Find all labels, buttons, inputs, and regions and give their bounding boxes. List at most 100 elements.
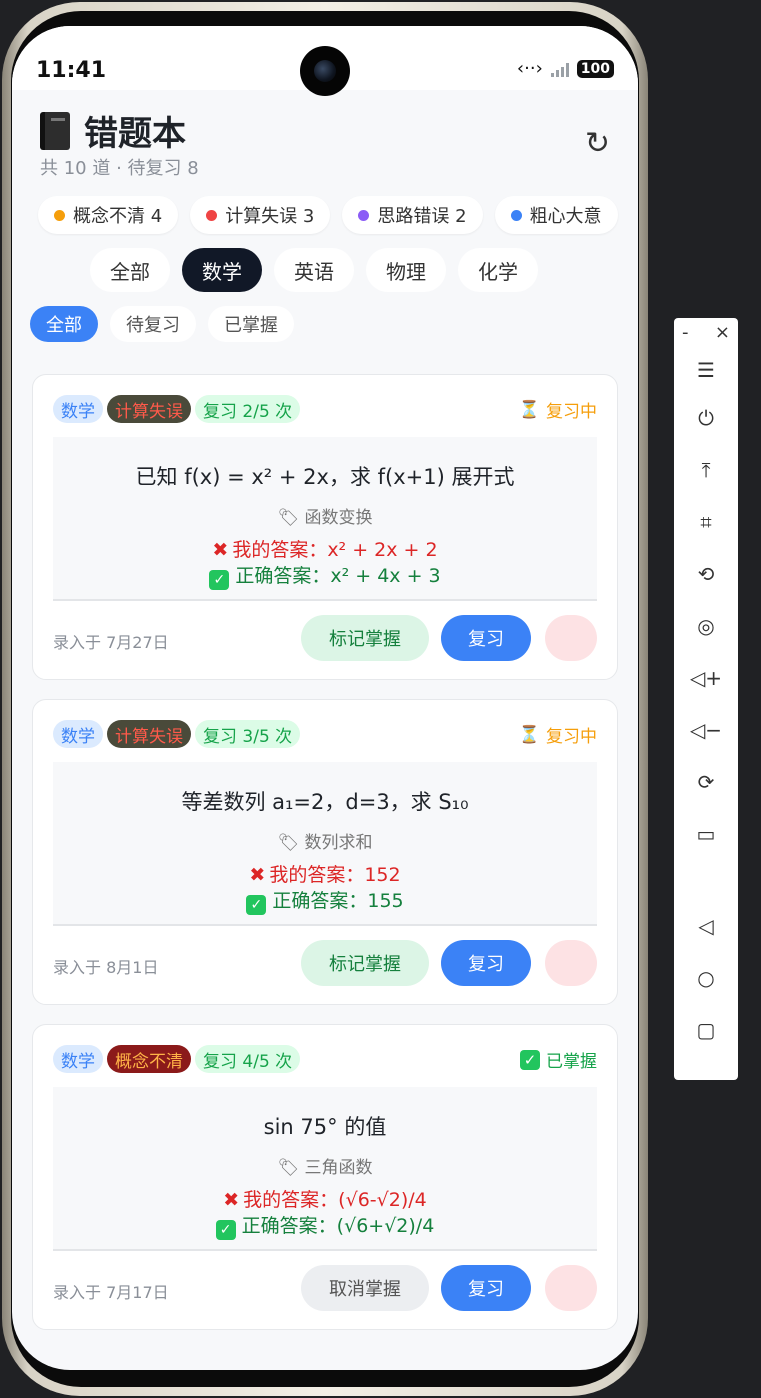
question-text: 已知 f(x) = x² + 2x，求 f(x+1) 展开式 (135, 465, 515, 489)
correct-answer-line: ✓ 正确答案：x² + 4x + 3 (53, 561, 597, 590)
back-icon[interactable]: ◁ (674, 906, 738, 946)
my-answer: 我的答案：x² + 2x + 2 (232, 539, 438, 561)
review-button[interactable]: 复习 (441, 1265, 531, 1311)
cross-icon: ✖ (249, 864, 266, 886)
topic-line: 🏷 数列求和 (53, 828, 597, 853)
subject-tag: 数学 (53, 1045, 103, 1073)
question-box: sin 75° 的值 🏷 三角函数 ✖ 我的答案：(√6-√2)/4 ✓ 正确答案：… (53, 1087, 597, 1251)
subject-tab-chemistry[interactable]: 化学 (458, 248, 538, 292)
review-count-tag: 复习 4/5 次 (195, 1045, 301, 1073)
emulator-toolbar: - × ☰ ⏻ ⤒ ⌗ ⟲ ◎ ◁+ ◁− ⟳ ▭ ◁ ○ ▢ (674, 318, 738, 1080)
status-label: 已掌握 (546, 1052, 597, 1072)
notebook-icon (40, 111, 70, 150)
rotate-icon[interactable]: ⟲ (674, 554, 738, 594)
pin-top-icon[interactable]: ⤒ (674, 450, 738, 490)
subject-tab-math[interactable]: 数学 (182, 248, 262, 292)
reason-label: 计算失误 3 (225, 206, 315, 227)
check-icon: ✓ (209, 570, 230, 590)
app-content: 错题本 共 10 道 · 待复习 8 ↻ 概念不清 4 计算失误 3 思路错误 … (12, 90, 638, 1370)
mistake-card: 数学 计算失误 复习 3/5 次 ⏳ 复习中 等差数列 a₁=2，d=3，求 S… (32, 699, 618, 1005)
menu-icon[interactable]: ☰ (674, 350, 738, 390)
refresh-icon[interactable]: ↻ (585, 126, 610, 161)
delete-button[interactable] (545, 1265, 597, 1311)
mark-mastered-button[interactable]: 标记掌握 (301, 615, 429, 661)
card-status: ⏳ 复习中 (519, 722, 597, 748)
reason-dot-icon (206, 209, 218, 221)
topic-label: 三角函数 (304, 1158, 373, 1178)
battery-icon: 100 (576, 59, 614, 78)
topic-label: 函数变换 (304, 508, 373, 528)
review-count-tag: 复习 3/5 次 (195, 720, 301, 748)
mistake-card: 数学 计算失误 复习 2/5 次 ⏳ 复习中 已知 f(x) = x² + 2x… (32, 374, 618, 680)
correct-answer: 正确答案：155 (272, 890, 404, 912)
front-camera (300, 46, 350, 96)
card-status: ⏳ 复习中 (518, 397, 597, 423)
subject-tag: 数学 (53, 720, 103, 748)
reason-tag: 概念不清 (107, 1045, 191, 1073)
question-box: 等差数列 a₁=2，d=3，求 S₁₀ 🏷 数列求和 ✖ 我的答案：152 ✓ 正确… (53, 762, 597, 926)
signal-icon (550, 61, 569, 77)
my-answer-line: ✖ 我的答案：x² + 2x + 2 (53, 535, 597, 562)
reason-chip[interactable]: 计算失误 3 (190, 196, 331, 234)
power-icon[interactable]: ⏻ (674, 398, 738, 438)
volume-up-icon[interactable]: ◁+ (674, 658, 738, 698)
rotate-device-icon[interactable]: ⟳ (674, 762, 738, 802)
reason-chip[interactable]: 思路错误 2 (342, 196, 483, 234)
topic-line: 🏷 函数变换 (53, 503, 597, 528)
filter-tab-mastered[interactable]: 已掌握 (208, 306, 294, 342)
card-tags: 数学 概念不清 复习 4/5 次 (53, 1045, 301, 1073)
reason-tag: 计算失误 (107, 395, 191, 423)
review-button[interactable]: 复习 (441, 615, 531, 661)
page-subtitle: 共 10 道 · 待复习 8 (40, 158, 199, 179)
screenshot-icon[interactable]: ◎ (674, 606, 738, 646)
tag-icon: 🏷 (277, 1158, 305, 1178)
status-bar: 11:41 ‹··› 100 (12, 26, 638, 96)
home-icon[interactable]: ○ (674, 958, 738, 998)
question-box: 已知 f(x) = x² + 2x，求 f(x+1) 展开式 🏷 函数变换 ✖ 我… (53, 437, 597, 601)
status-label: 复习中 (546, 727, 597, 747)
crop-icon[interactable]: ⌗ (674, 502, 738, 542)
filter-tab-all[interactable]: 全部 (30, 306, 98, 342)
reason-summary: 概念不清 4 计算失误 3 思路错误 2 粗心大意 (38, 196, 618, 234)
subject-tab-physics[interactable]: 物理 (366, 248, 446, 292)
mark-mastered-button[interactable]: 标记掌握 (301, 940, 429, 986)
status-icons: ‹··› 100 (517, 58, 614, 79)
reason-chip[interactable]: 概念不清 4 (38, 196, 179, 234)
subject-tab-all[interactable]: 全部 (90, 248, 170, 292)
review-button[interactable]: 复习 (441, 940, 531, 986)
my-answer-line: ✖ 我的答案：(√6-√2)/4 (53, 1185, 597, 1212)
reason-label: 粗心大意 (529, 206, 602, 227)
unmark-mastered-button[interactable]: 取消掌握 (301, 1265, 429, 1311)
title-row: 错题本 (40, 106, 186, 155)
my-answer-line: ✖ 我的答案：152 (53, 860, 597, 887)
review-count-tag: 复习 2/5 次 (195, 395, 301, 423)
delete-button[interactable] (545, 615, 597, 661)
data-transfer-icon: ‹··› (516, 58, 543, 79)
check-icon: ✓ (215, 1220, 236, 1240)
tag-icon: 🏷 (277, 833, 305, 853)
status-filter-tabs: 全部 待复习 已掌握 (30, 306, 294, 342)
delete-button[interactable] (545, 940, 597, 986)
reason-chip[interactable]: 粗心大意 (494, 196, 618, 234)
filter-tab-pending[interactable]: 待复习 (110, 306, 196, 342)
minimize-icon[interactable]: - (682, 322, 689, 343)
reason-tag: 计算失误 (107, 720, 191, 748)
mistake-card: 数学 概念不清 复习 4/5 次 ✓ 已掌握 sin 75° 的值 🏷 三角函数… (32, 1024, 618, 1330)
correct-answer-line: ✓ 正确答案：155 (53, 886, 597, 915)
recents-icon[interactable]: ▢ (674, 1010, 738, 1050)
close-icon[interactable]: × (715, 322, 730, 343)
subject-tab-english[interactable]: 英语 (274, 248, 354, 292)
subject-tabs: 全部 数学 英语 物理 化学 (90, 248, 538, 292)
hourglass-icon: ⏳ (518, 399, 540, 420)
entry-date: 录入于 8月1日 (53, 958, 159, 977)
card-status: ✓ 已掌握 (520, 1047, 597, 1072)
volume-down-icon[interactable]: ◁− (674, 710, 738, 750)
subject-tag: 数学 (53, 395, 103, 423)
entry-date: 录入于 7月17日 (53, 1283, 169, 1302)
check-icon: ✓ (246, 895, 267, 915)
status-time: 11:41 (36, 58, 107, 83)
question-text: sin 75° 的值 (263, 1115, 387, 1139)
reason-label: 思路错误 2 (377, 206, 467, 227)
switch-screen-icon[interactable]: ▭ (674, 814, 738, 854)
reason-label: 概念不清 4 (73, 206, 163, 227)
